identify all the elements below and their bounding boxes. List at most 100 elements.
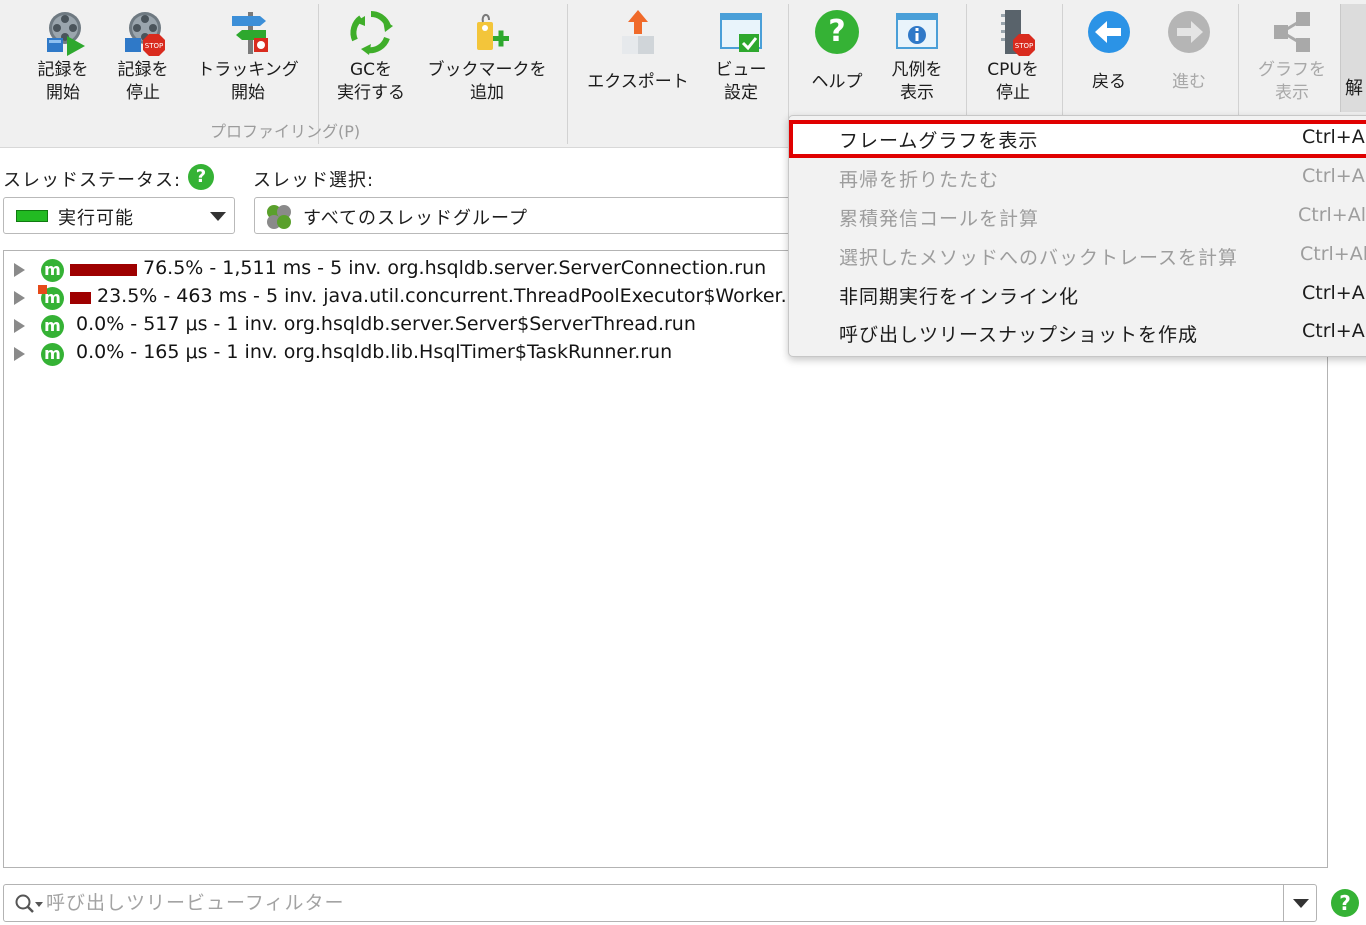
menu-item-create-snapshot[interactable]: 呼び出しツリースナップショットを作成 Ctrl+Al [789,314,1366,352]
stop-recording-label-line2: 停止 [126,83,160,103]
menu-item-shortcut: Ctrl+Alt [1298,204,1366,226]
run-gc-button[interactable]: GCを 実行する [326,0,416,114]
menu-item-label: フレームグラフを表示 [839,130,1039,152]
help-button[interactable]: ? ヘルプ [800,0,874,114]
forward-label: 進む [1172,72,1206,92]
tree-row-text: 0.0% - 517 μs - 1 inv. org.hsqldb.server… [76,313,696,335]
chevron-down-icon [210,212,226,221]
thread-select-value: すべてのスレッドグループ [303,208,528,229]
search-icon[interactable] [14,893,44,915]
start-tracking-button[interactable]: トラッキング 開始 [190,0,306,114]
show-legend-label-line2: 表示 [900,83,934,103]
thread-status-value: 実行可能 [58,208,134,229]
export-arrow-icon [622,10,654,54]
menu-item-shortcut: Ctrl+Al [1302,126,1366,148]
start-recording-label-line2: 開始 [46,83,80,103]
truncated-toolbar-label: 解 [1345,78,1363,99]
back-arrow-icon [1088,11,1130,53]
add-bookmark-label-line1: ブックマークを [427,60,547,80]
graph-nodes-icon [1274,12,1310,52]
toolbar-separator [567,4,568,144]
menu-item-shortcut: Ctrl+Al [1302,282,1366,304]
context-menu: フレームグラフを表示 Ctrl+Al 再帰を折りたたむ Ctrl+Al 累積発信… [788,115,1366,357]
filter-input[interactable] [46,890,1226,916]
back-label: 戻る [1092,72,1126,92]
stop-recording-label-line1: 記録を [117,60,169,80]
menu-item-shortcut: Ctrl+Al [1302,320,1366,342]
add-bookmark-label-line2: 追加 [470,83,504,103]
stop-cpu-label-line1: CPUを [987,60,1039,80]
signpost-icon [232,12,268,54]
menu-item-show-flame-graph[interactable]: フレームグラフを表示 Ctrl+Al [789,120,1366,158]
start-recording-label-line1: 記録を [37,60,89,80]
menu-item-calculate-cumulative-calls[interactable]: 累積発信コールを計算 Ctrl+Alt [789,198,1366,236]
menu-item-label: 非同期実行をインライン化 [839,286,1080,308]
menu-item-label: 再帰を折りたたむ [839,169,1000,191]
tree-row-text: 76.5% - 1,511 ms - 5 inv. org.hsqldb.ser… [143,257,767,279]
view-settings-button[interactable]: ビュー 設定 [708,0,774,114]
menu-item-collapse-recursion[interactable]: 再帰を折りたたむ Ctrl+Al [789,159,1366,197]
forward-arrow-icon [1168,11,1210,53]
view-settings-label-line1: ビュー [715,60,767,80]
tree-row-text: 23.5% - 463 ms - 5 inv. java.util.concur… [97,285,819,307]
filter-history-dropdown[interactable] [1283,885,1317,921]
thread-select-dropdown[interactable]: すべてのスレッドグループ [254,197,794,234]
export-label: エクスポート [587,72,689,92]
call-tree-view-filter [3,884,1317,922]
method-icon: m [41,259,64,282]
runnable-status-swatch-icon [16,210,48,222]
menu-item-inline-async[interactable]: 非同期実行をインライン化 Ctrl+Al [789,276,1366,314]
help-label: ヘルプ [811,72,863,92]
filter-help-icon[interactable]: ? [1331,889,1359,917]
menu-item-label: 累積発信コールを計算 [839,208,1040,230]
run-gc-label-line1: GCを [349,60,393,80]
expand-triangle-icon[interactable] [14,263,25,277]
menu-item-shortcut: Ctrl+Alt [1300,243,1366,265]
start-recording-button[interactable]: 記録を 開始 [28,0,98,114]
show-legend-button[interactable]: 凡例を 表示 [880,0,954,114]
help-icon: ? [815,10,859,54]
stop-cpu-label-line2: 停止 [996,83,1030,103]
method-icon: m [38,285,64,310]
stop-cpu-button[interactable]: STOP CPUを 停止 [976,0,1050,114]
thread-select-label: スレッド選択: [253,170,375,191]
forward-button[interactable]: 進む [1154,0,1224,114]
thread-status-dropdown[interactable]: 実行可能 [3,197,235,234]
show-graph-button[interactable]: グラフを 表示 [1250,0,1334,114]
svg-text:STOP: STOP [145,42,163,50]
thread-status-help-icon[interactable]: ? [188,164,214,190]
menu-item-label: 選択したメソッドへのバックトレースを計算 [839,247,1239,269]
show-graph-label-line1: グラフを [1258,60,1326,80]
percentage-bar [70,292,91,304]
export-button[interactable]: エクスポート [578,0,698,114]
thread-group-icon [267,205,291,229]
menu-item-label: 呼び出しツリースナップショットを作成 [839,324,1199,346]
recycle-icon [350,10,393,55]
show-graph-label-line2: 表示 [1275,83,1309,103]
add-bookmark-button[interactable]: ブックマークを 追加 [420,0,554,114]
menu-item-calculate-backtraces[interactable]: 選択したメソッドへのバックトレースを計算 Ctrl+Alt [789,237,1366,275]
start-tracking-label-line1: トラッキング [197,60,299,80]
svg-text:STOP: STOP [1015,42,1033,50]
tree-row-text: 0.0% - 165 μs - 1 inv. org.hsqldb.lib.Hs… [76,341,673,363]
expand-triangle-icon[interactable] [14,319,25,333]
cpu-stop-icon: STOP [1001,10,1035,56]
method-icon: m [41,315,64,338]
percentage-bar [70,264,137,276]
info-window-icon [896,13,938,49]
expand-triangle-icon[interactable] [14,347,25,361]
chevron-down-icon [1293,899,1309,908]
method-icon: m [41,343,64,366]
truncated-toolbar-button[interactable]: 解 [1340,4,1366,112]
film-reel-stop-icon: STOP [125,12,165,56]
group-label-profiling: プロファイリング(P) [210,122,361,141]
stop-recording-button[interactable]: STOP 記録を 停止 [108,0,178,114]
bookmark-add-icon [477,14,509,50]
show-legend-label-line1: 凡例を [891,60,943,80]
back-button[interactable]: 戻る [1074,0,1144,114]
view-settings-label-line2: 設定 [724,83,758,103]
run-gc-label-line2: 実行する [337,83,405,103]
thread-status-label: スレッドステータス: [3,170,182,191]
menu-item-shortcut: Ctrl+Al [1302,165,1366,187]
expand-triangle-icon[interactable] [14,291,25,305]
